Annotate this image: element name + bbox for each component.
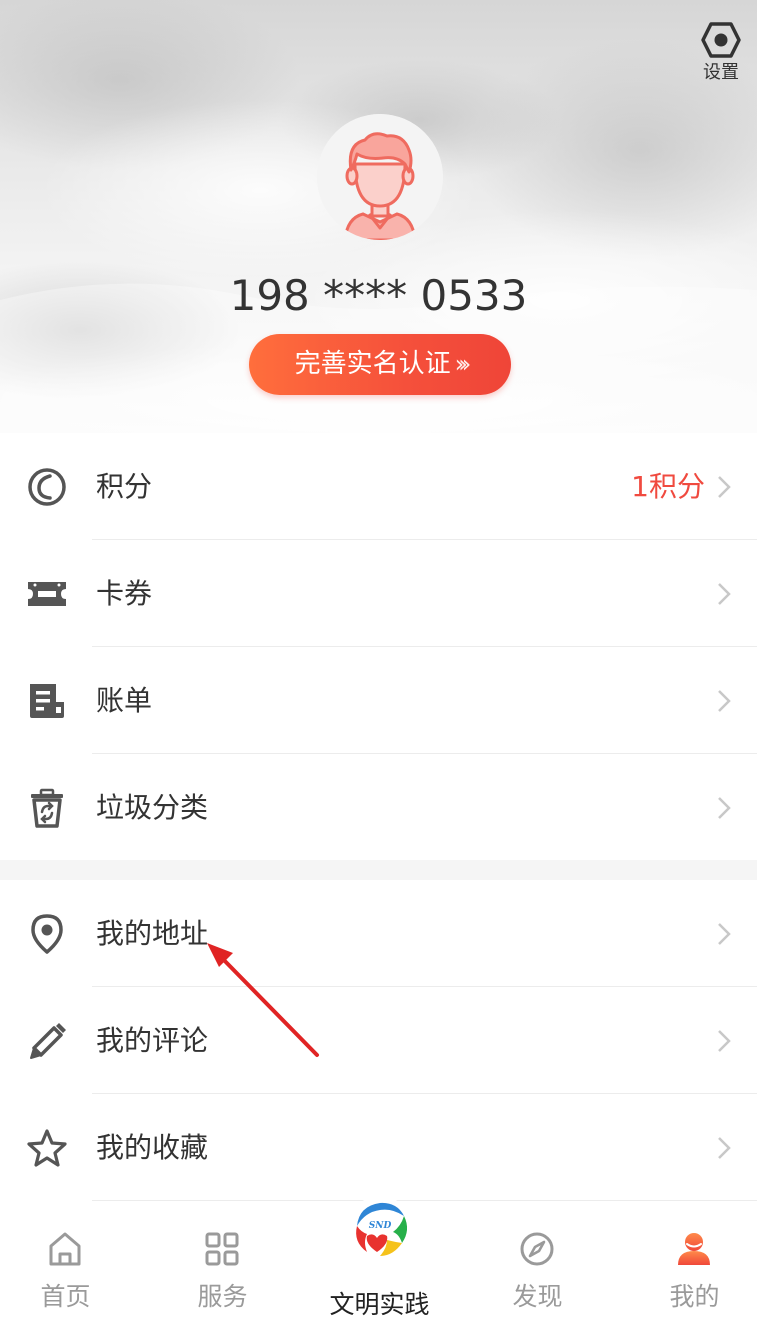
verify-button-label: 完善实名认证 (294, 349, 451, 379)
pencil-icon (26, 1020, 68, 1062)
chevron-right-icon (716, 582, 732, 606)
hexagon-settings-icon (701, 22, 741, 58)
chevron-right-icon (716, 689, 732, 713)
settings-button[interactable]: 设置 (695, 18, 747, 88)
menu-item-my-favorites[interactable]: 我的收藏 (0, 1094, 757, 1201)
tab-discover[interactable]: 发现 (462, 1203, 613, 1323)
section-gap (0, 860, 757, 880)
recycle-bin-icon (26, 787, 68, 829)
real-name-verify-button[interactable]: 完善实名认证 ››› (249, 334, 511, 395)
bill-icon (26, 680, 68, 722)
avatar[interactable] (317, 114, 443, 240)
tab-services[interactable]: 服务 (147, 1203, 298, 1323)
divider (92, 1200, 757, 1201)
menu-item-label: 垃圾分类 (96, 791, 209, 824)
menu-group-personal: 我的地址 我的评论 我的收藏 (0, 880, 757, 1201)
grid-icon (202, 1229, 242, 1269)
location-icon (26, 913, 68, 955)
snd-logo-button[interactable]: SND (347, 1196, 413, 1262)
menu-item-label: 卡券 (96, 577, 153, 610)
phone-number: 198 **** 0533 (229, 271, 528, 320)
user-icon (674, 1229, 714, 1269)
tab-home[interactable]: 首页 (0, 1203, 141, 1323)
points-value: 1积分 (631, 470, 705, 503)
menu-item-label: 我的地址 (96, 917, 209, 950)
menu-item-label: 我的评论 (96, 1024, 209, 1057)
chevron-right-icon (716, 1136, 732, 1160)
compass-icon (517, 1229, 557, 1269)
menu-item-label: 账单 (96, 684, 153, 717)
user-avatar-icon (317, 114, 443, 240)
chevron-right-icon (716, 922, 732, 946)
menu-item-tickets[interactable]: 卡券 (0, 540, 757, 647)
tab-label: 发现 (512, 1282, 563, 1311)
menu-item-bills[interactable]: 账单 (0, 647, 757, 754)
tab-mine[interactable]: 我的 (619, 1203, 757, 1323)
tab-label: 服务 (197, 1282, 248, 1311)
home-icon (45, 1229, 85, 1269)
logo-text: SND (369, 1221, 392, 1231)
points-icon (26, 466, 68, 508)
tab-label: 我的 (669, 1282, 720, 1311)
menu-item-label: 我的收藏 (96, 1131, 209, 1164)
star-icon (26, 1127, 68, 1169)
menu-item-my-address[interactable]: 我的地址 (0, 880, 757, 987)
menu-item-garbage-sorting[interactable]: 垃圾分类 (0, 754, 757, 861)
ticket-icon (26, 573, 68, 615)
tab-label: 文明实践 (329, 1290, 430, 1319)
chevron-right-icon (716, 475, 732, 499)
chevron-right-icon (716, 796, 732, 820)
settings-label: 设置 (703, 62, 739, 83)
menu-item-label: 积分 (96, 470, 153, 503)
triple-chevron-icon: ››› (454, 350, 472, 378)
snd-logo-icon: SND (348, 1197, 412, 1261)
menu-item-points[interactable]: 积分 1积分 (0, 433, 757, 540)
menu-group-account: 积分 1积分 卡券 账单 垃圾分类 (0, 433, 757, 861)
chevron-right-icon (716, 1029, 732, 1053)
tab-label: 首页 (40, 1282, 91, 1311)
menu-item-my-comments[interactable]: 我的评论 (0, 987, 757, 1094)
profile-header: 设置 198 **** 0533 完善实名认证 ››› (0, 0, 757, 433)
